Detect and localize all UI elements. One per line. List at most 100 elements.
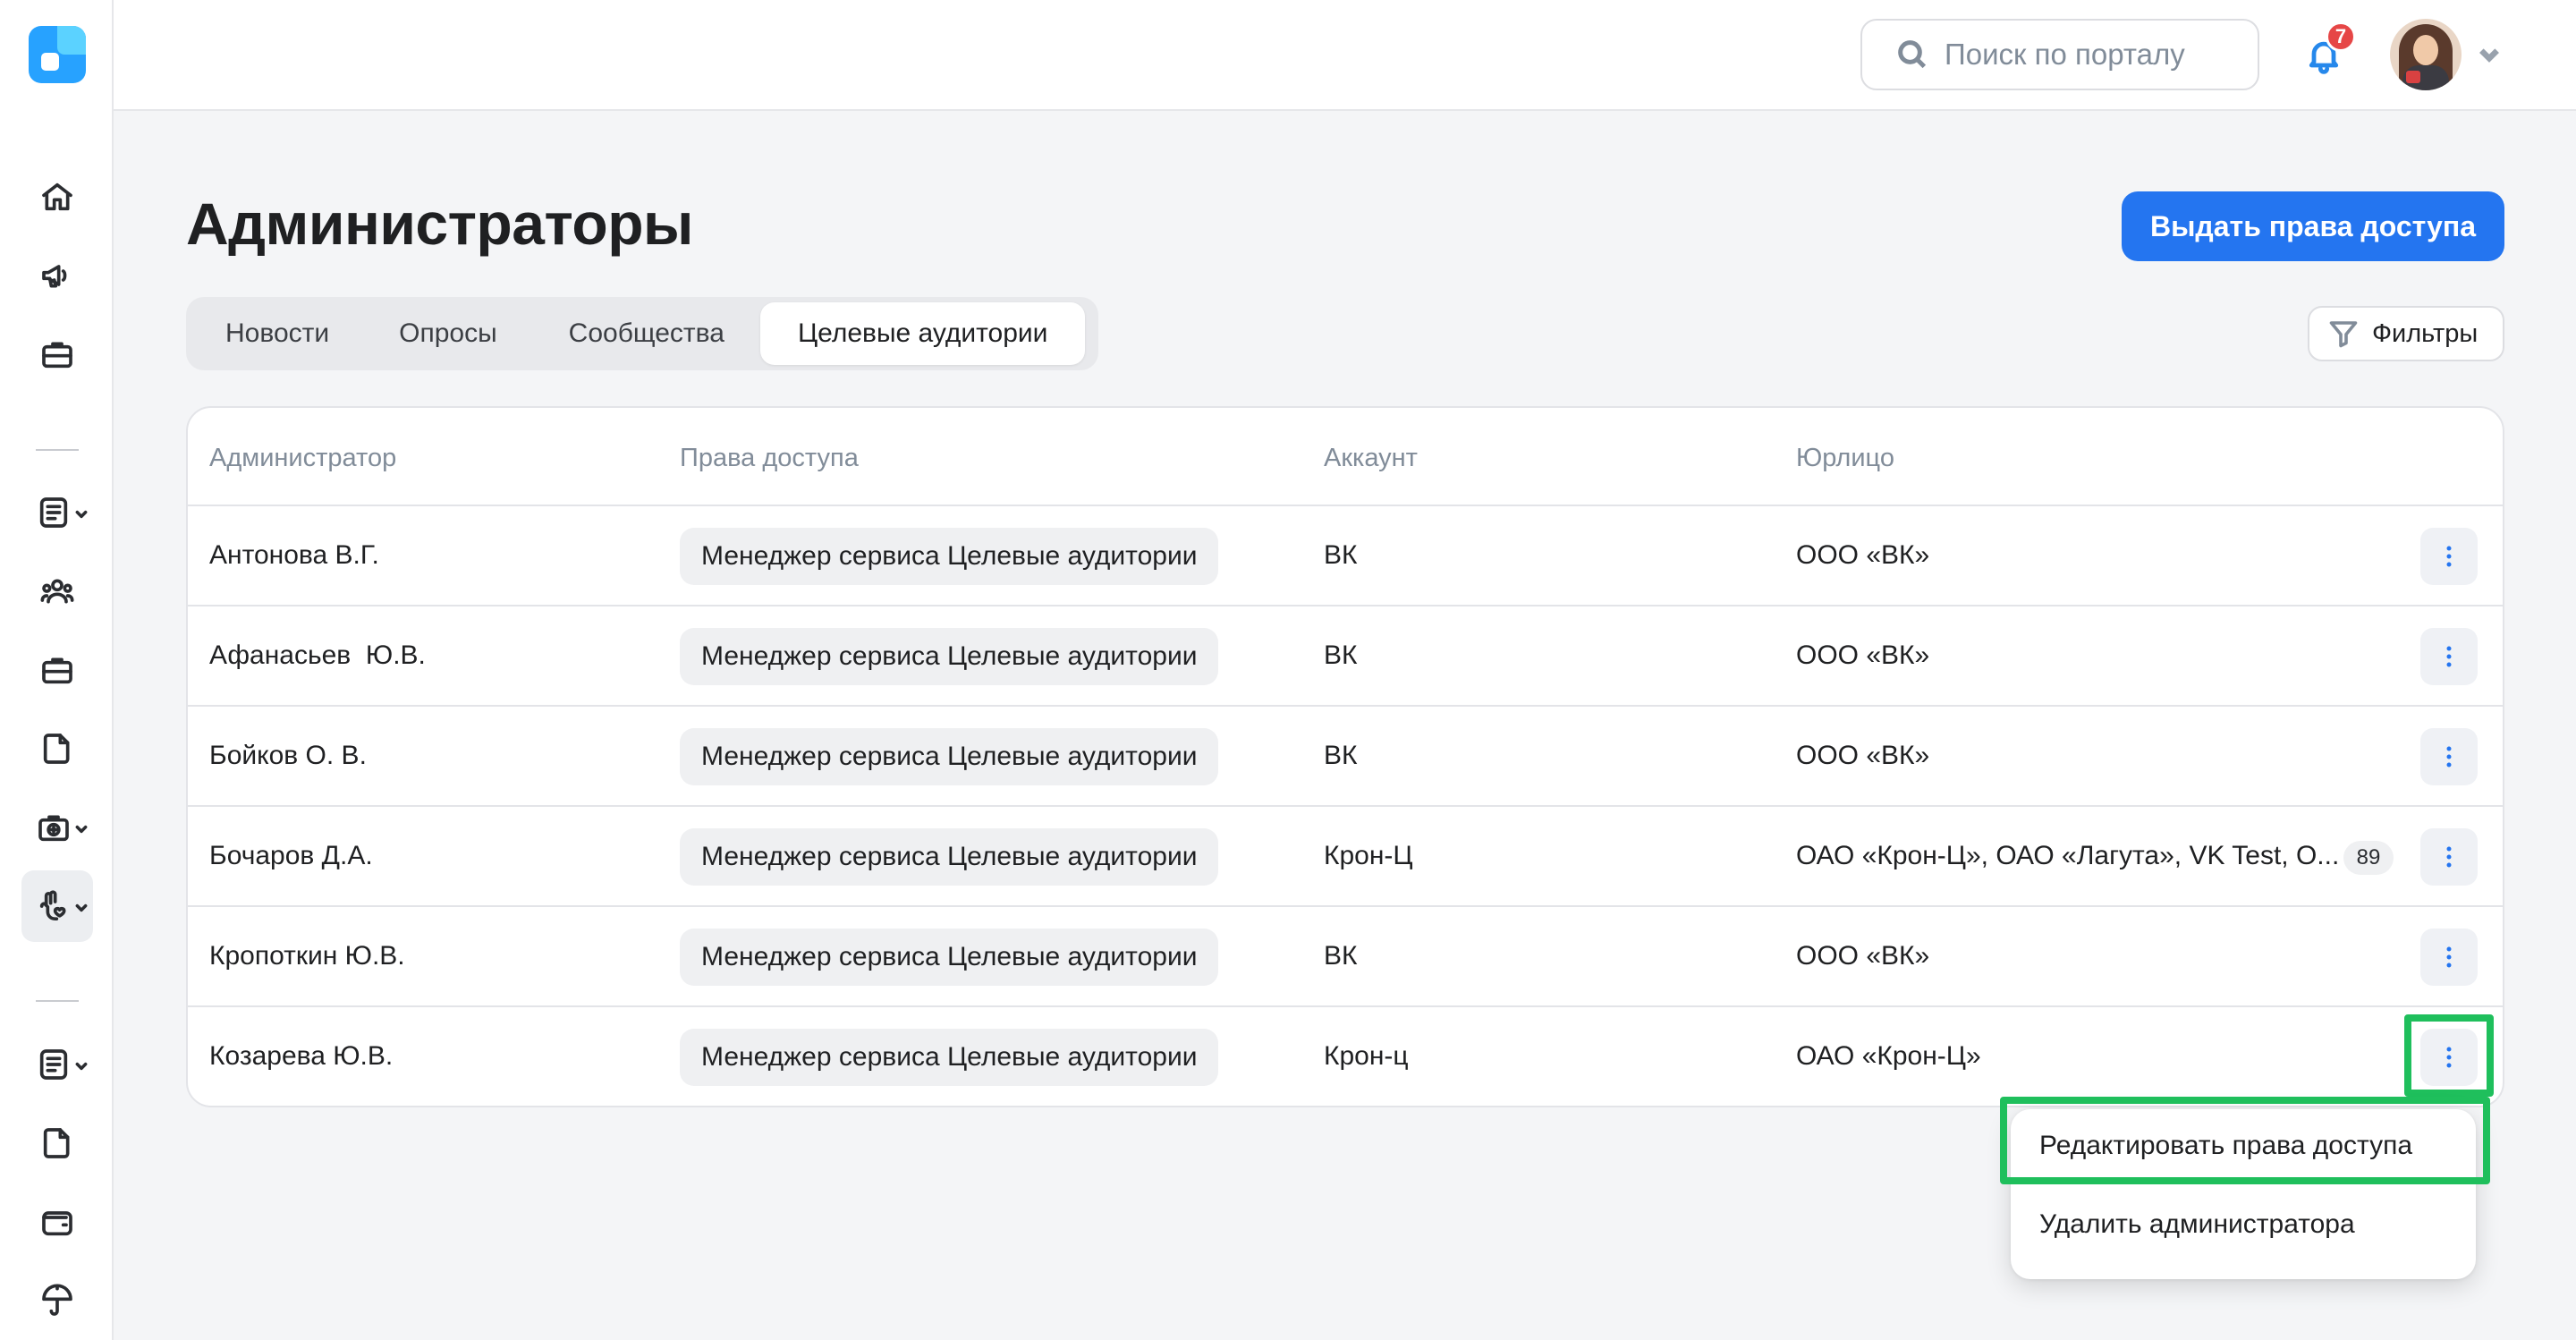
sidebar-item-vacancies[interactable] <box>21 634 93 706</box>
admin-name: Антонова В.Г. <box>209 540 379 570</box>
account-cell: ВК <box>1324 941 1358 971</box>
more-vertical-icon <box>2446 846 2452 868</box>
tab-polls[interactable]: Опросы <box>363 302 533 365</box>
row-more-button[interactable] <box>2420 929 2478 986</box>
entity-cell: ООО «ВК» <box>1796 640 1930 670</box>
more-vertical-icon <box>2446 546 2452 567</box>
sidebar <box>0 0 114 1340</box>
sidebar-item-vacation[interactable] <box>21 1265 93 1336</box>
admin-name: Бойков О. В. <box>209 741 367 770</box>
file-icon <box>43 1128 70 1158</box>
account-cell: Крон-Ц <box>1324 841 1413 870</box>
document-list-icon <box>39 1049 68 1080</box>
briefcase-icon <box>42 342 72 369</box>
admin-name: Кропоткин Ю.В. <box>209 941 405 971</box>
menu-item-delete-admin[interactable]: Удалить администратора <box>2039 1209 2355 1240</box>
portal-search[interactable] <box>1860 19 2259 90</box>
column-header-account[interactable]: Аккаунт <box>1324 444 1418 473</box>
row-more-button[interactable] <box>2420 728 2478 785</box>
admins-table: Администратор Права доступа Аккаунт Юрли… <box>186 406 2504 1107</box>
account-cell: ВК <box>1324 640 1358 670</box>
entity-cell: ООО «ВК» <box>1796 540 1930 570</box>
sidebar-item-care[interactable] <box>21 870 93 942</box>
sidebar-item-people[interactable] <box>21 556 93 627</box>
access-chip: Менеджер сервиса Целевые аудитории <box>680 828 1219 886</box>
chevron-down-icon <box>75 903 88 912</box>
table-row[interactable]: Бочаров Д.А. Менеджер сервиса Целевые ау… <box>188 807 2503 907</box>
sidebar-item-documents[interactable] <box>21 477 93 548</box>
access-chip: Менеджер сервиса Целевые аудитории <box>680 929 1219 986</box>
chevron-down-icon <box>75 1062 88 1071</box>
more-vertical-icon <box>2446 746 2452 768</box>
tab-bar: Новости Опросы Сообщества Целевые аудито… <box>186 297 1098 370</box>
entity-cell: ООО «ВК» <box>1796 741 1930 770</box>
account-cell: ВК <box>1324 540 1358 570</box>
filters-button[interactable]: Фильтры <box>2308 306 2504 361</box>
entity-cell: ОАО «Крон-Ц», ОАО «Лагута», VK Test, О..… <box>1796 841 2340 870</box>
notifications-count-badge: 7 <box>2326 21 2356 52</box>
profile-menu-toggle[interactable] <box>2478 43 2501 66</box>
access-chip: Менеджер сервиса Целевые аудитории <box>680 1029 1219 1086</box>
sidebar-divider <box>36 1000 79 1002</box>
document-list-icon <box>39 497 68 528</box>
chevron-down-icon <box>2479 48 2499 63</box>
sidebar-item-requests[interactable] <box>21 1029 93 1100</box>
access-chip: Менеджер сервиса Целевые аудитории <box>680 728 1219 785</box>
users-icon <box>40 579 74 604</box>
column-header-entity[interactable]: Юрлицо <box>1796 444 1894 473</box>
table-row[interactable]: Афанасьев Ю.В. Менеджер сервиса Целевые … <box>188 606 2503 707</box>
sidebar-item-files[interactable] <box>21 713 93 784</box>
sidebar-item-templates[interactable] <box>21 1107 93 1179</box>
column-header-admin[interactable]: Администратор <box>209 444 396 473</box>
highlight-frame <box>2000 1097 2490 1184</box>
chevron-down-icon <box>75 825 88 834</box>
entity-count-badge[interactable]: 89 <box>2343 841 2394 875</box>
umbrella-icon <box>42 1284 72 1316</box>
tab-news[interactable]: Новости <box>191 302 363 365</box>
grant-access-button[interactable]: Выдать права доступа <box>2122 191 2504 261</box>
highlight-frame <box>2404 1014 2494 1097</box>
file-icon <box>43 734 70 764</box>
access-chip: Менеджер сервиса Целевые аудитории <box>680 628 1219 685</box>
home-icon <box>42 182 72 211</box>
sidebar-divider <box>36 449 79 451</box>
tab-target-audiences[interactable]: Целевые аудитории <box>759 302 1086 365</box>
megaphone-icon <box>42 265 67 288</box>
briefcase-icon <box>42 657 72 684</box>
hand-heart-icon <box>39 890 66 920</box>
table-row[interactable]: Козарева Ю.В. Менеджер сервиса Целевые а… <box>188 1007 2503 1106</box>
sidebar-item-work[interactable] <box>21 318 93 390</box>
wallet-icon <box>42 1211 72 1236</box>
row-more-button[interactable] <box>2420 628 2478 685</box>
filters-label: Фильтры <box>2372 318 2479 348</box>
admin-name: Афанасьев Ю.В. <box>209 640 426 670</box>
sidebar-item-news[interactable] <box>21 240 93 311</box>
app-logo[interactable] <box>29 26 86 83</box>
admin-name: Бочаров Д.А. <box>209 841 373 870</box>
entity-cell: ООО «ВК» <box>1796 941 1930 971</box>
table-row[interactable]: Бойков О. В. Менеджер сервиса Целевые ау… <box>188 707 2503 807</box>
entity-cell: ОАО «Крон-Ц» <box>1796 1041 1981 1071</box>
table-row[interactable]: Антонова В.Г. Менеджер сервиса Целевые а… <box>188 506 2503 606</box>
column-header-access[interactable]: Права доступа <box>680 444 859 473</box>
sidebar-item-wallet[interactable] <box>21 1186 93 1258</box>
sidebar-item-home[interactable] <box>21 161 93 233</box>
chevron-down-icon <box>75 510 88 519</box>
search-icon <box>1898 40 1927 69</box>
filter-icon <box>2329 321 2358 348</box>
search-input[interactable] <box>1945 38 2240 72</box>
row-more-button[interactable] <box>2420 828 2478 886</box>
row-more-button[interactable] <box>2420 528 2478 585</box>
admin-name: Козарева Ю.В. <box>209 1041 394 1071</box>
medkit-icon <box>38 815 69 842</box>
table-header: Администратор Права доступа Аккаунт Юрли… <box>188 408 2503 506</box>
more-vertical-icon <box>2446 646 2452 667</box>
avatar[interactable] <box>2390 19 2462 90</box>
sidebar-item-health[interactable] <box>21 792 93 863</box>
account-cell: Крон-ц <box>1324 1041 1409 1071</box>
more-vertical-icon <box>2446 946 2452 968</box>
table-row[interactable]: Кропоткин Ю.В. Менеджер сервиса Целевые … <box>188 907 2503 1007</box>
access-chip: Менеджер сервиса Целевые аудитории <box>680 528 1219 585</box>
tab-communities[interactable]: Сообщества <box>533 302 760 365</box>
account-cell: ВК <box>1324 741 1358 770</box>
